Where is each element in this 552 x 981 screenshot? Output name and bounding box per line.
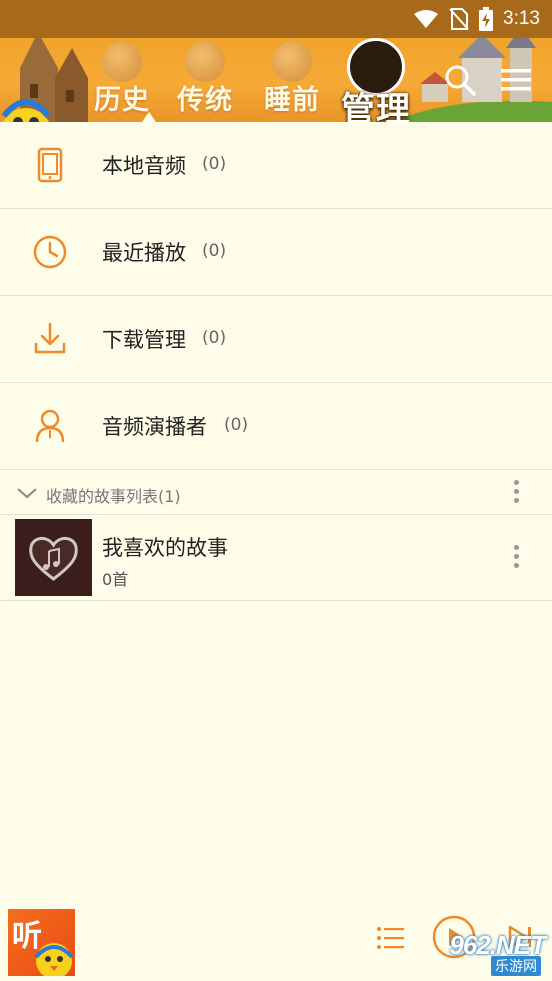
- status-icons: 3:13: [413, 6, 540, 32]
- tab-thumbnail: [272, 42, 312, 82]
- status-time: 3:13: [503, 8, 540, 29]
- header-banner: 历史 传统 睡前 管理: [0, 38, 552, 122]
- chevron-down-icon: [17, 488, 37, 499]
- tab-bedtime[interactable]: 睡前: [261, 38, 323, 122]
- person-icon: [35, 409, 65, 443]
- playlist-icon[interactable]: [376, 925, 406, 951]
- now-playing-artwork[interactable]: 听: [8, 909, 75, 976]
- search-icon[interactable]: [442, 62, 478, 98]
- status-bar: 3:13: [0, 0, 552, 38]
- watermark-logo: 962.NET 乐游网: [413, 930, 549, 978]
- menu-item-count: (0): [202, 154, 227, 174]
- menu-icon[interactable]: [498, 62, 534, 98]
- playlist-count: 0首: [102, 570, 129, 589]
- tab-thumbnail: [102, 42, 142, 82]
- tab-manage[interactable]: 管理: [338, 38, 414, 122]
- download-icon: [34, 322, 66, 354]
- menu-item-narrators[interactable]: 音频演播者 (0): [0, 383, 552, 470]
- playlist-item[interactable]: 我喜欢的故事 0首: [0, 515, 552, 601]
- menu-item-local-audio[interactable]: 本地音频 (0): [0, 122, 552, 209]
- tab-traditional[interactable]: 传统: [174, 38, 236, 122]
- chick-mascot-icon: [34, 943, 74, 976]
- tab-thumbnail: [185, 42, 225, 82]
- favorites-section-header[interactable]: 收藏的故事列表(1): [0, 472, 552, 515]
- heart-music-icon: [15, 519, 92, 596]
- clock-icon: [33, 235, 67, 269]
- menu-item-label: 最近播放: [102, 241, 186, 265]
- tab-label: 管理: [341, 90, 411, 122]
- tab-indicator: [142, 112, 156, 122]
- menu-item-count: (0): [224, 415, 249, 435]
- no-sim-icon: [449, 8, 469, 30]
- tab-label: 睡前: [264, 85, 320, 116]
- tab-history[interactable]: 历史: [92, 38, 152, 122]
- watermark-sub: 乐游网: [491, 956, 541, 976]
- playlist-title: 我喜欢的故事: [102, 536, 228, 560]
- menu-item-count: (0): [202, 328, 227, 348]
- menu-item-downloads[interactable]: 下载管理 (0): [0, 296, 552, 383]
- menu-item-label: 本地音频: [102, 154, 186, 178]
- more-options-icon[interactable]: [512, 480, 520, 506]
- tablet-icon: [37, 147, 63, 183]
- section-label: 收藏的故事列表(1): [46, 487, 181, 506]
- menu-item-label: 音频演播者: [102, 415, 207, 439]
- battery-charging-icon: [479, 7, 494, 31]
- menu-item-label: 下载管理: [102, 328, 186, 352]
- tab-label: 传统: [177, 85, 233, 116]
- menu-item-count: (0): [202, 241, 227, 261]
- wifi-icon: [414, 10, 439, 28]
- more-options-icon[interactable]: [512, 545, 520, 571]
- menu-item-recent-plays[interactable]: 最近播放 (0): [0, 209, 552, 296]
